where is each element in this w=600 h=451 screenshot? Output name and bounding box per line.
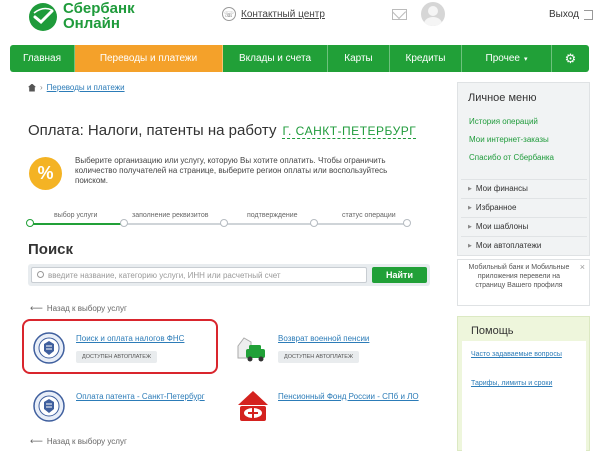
mail-icon[interactable]: [392, 9, 407, 20]
autopay-badge: ДОСТУПЕН АВТОПЛАТЕЖ: [76, 351, 158, 363]
step-dot: [403, 219, 411, 227]
step-dot: [26, 219, 34, 227]
triangle-right-icon: ▶: [468, 204, 472, 211]
settings-button[interactable]: ⚙: [552, 45, 589, 72]
pension-fund-logo-icon: [235, 388, 271, 424]
fns-emblem-icon: [33, 390, 65, 422]
help-body: Часто задаваемые вопросы Тарифы, лимиты …: [462, 341, 586, 451]
orders-link[interactable]: Мои интернет-заказы: [469, 135, 549, 144]
step-dot: [120, 219, 128, 227]
help-panel: Помощь Часто задаваемые вопросы Тарифы, …: [457, 316, 590, 451]
step-dot: [220, 219, 228, 227]
info-text: Выберите организацию или услугу, которую…: [75, 156, 388, 185]
gear-icon: ⚙: [564, 50, 577, 66]
step-label: заполнение реквизитов: [130, 212, 211, 219]
promo-text[interactable]: Мобильный банк и Мобильные приложения пе…: [463, 263, 575, 290]
service-military-pension-link[interactable]: Возврат военной пенсии: [278, 334, 369, 343]
search-icon: [37, 271, 44, 278]
steps-line-done: [30, 223, 125, 225]
menu-row-label: Мои автоплатежи: [475, 241, 542, 250]
personal-menu: Личное меню История операций Мои интерне…: [457, 82, 590, 256]
triangle-right-icon: ▶: [468, 223, 472, 230]
search-heading: Поиск: [28, 241, 74, 258]
service-pension-fund-link[interactable]: Пенсионный Фонд России - СПб и ЛО: [278, 392, 419, 401]
breadcrumb: › Переводы и платежи: [28, 83, 125, 92]
fns-emblem-icon: [33, 332, 65, 364]
percent-symbol: %: [37, 163, 54, 183]
phone-icon: ☏: [222, 7, 236, 21]
back-to-services-link[interactable]: ⟵ Назад к выбору услуг: [30, 436, 127, 447]
service-patent-link[interactable]: Оплата патента - Санкт-Петербург: [76, 392, 205, 401]
nav-deposits[interactable]: Вклады и счета: [223, 45, 328, 72]
step-label: статус операции: [340, 212, 398, 219]
menu-templates[interactable]: ▶ Мои шаблоны: [461, 217, 587, 235]
menu-row-label: Мои финансы: [475, 184, 528, 193]
triangle-right-icon: ▶: [468, 185, 472, 192]
military-pension-icon: [235, 332, 267, 364]
faq-link[interactable]: Часто задаваемые вопросы: [471, 350, 571, 359]
exit-icon: [583, 9, 593, 20]
spasibo-link[interactable]: Спасибо от Сбербанка: [469, 153, 554, 162]
step-label: выбор услуги: [52, 212, 100, 219]
nav-label: Вклады и счета: [238, 53, 312, 64]
menu-finances[interactable]: ▶ Мои финансы: [461, 179, 587, 197]
nav-label: Прочее: [485, 53, 520, 64]
nav-label: Переводы и платежи: [99, 53, 198, 64]
contact-center-link[interactable]: ☏ Контактный центр: [222, 7, 325, 21]
breadcrumb-separator-icon: ›: [40, 83, 43, 92]
triangle-right-icon: ▶: [468, 242, 472, 249]
exit-label: Выход: [549, 9, 579, 20]
mobile-bank-promo: Мобильный банк и Мобильные приложения пе…: [457, 259, 590, 306]
nav-other[interactable]: Прочее ▾: [462, 45, 552, 72]
search-bar: введите название, категорию услуги, ИНН …: [28, 264, 430, 286]
menu-row-label: Избранное: [475, 203, 517, 212]
menu-favorites[interactable]: ▶ Избранное: [461, 198, 587, 216]
autopay-badge: ДОСТУПЕН АВТОПЛАТЕЖ: [278, 351, 360, 363]
search-button[interactable]: Найти: [372, 267, 427, 283]
logo-line1: Сбербанк: [63, 0, 135, 17]
percent-icon: %: [29, 157, 62, 190]
back-label: Назад к выбору услуг: [46, 437, 127, 446]
avatar[interactable]: [421, 2, 445, 26]
logo-line2: Онлайн: [63, 15, 120, 32]
personal-menu-title: Личное меню: [468, 92, 537, 104]
personal-menu-body: История операций Мои интернет-заказы Спа…: [461, 107, 587, 255]
page-title: Оплата: Налоги, патенты на работу Г. САНК…: [28, 122, 417, 139]
page-title-text: Оплата: Налоги, патенты на работу: [28, 122, 277, 139]
contact-center-label: Контактный центр: [241, 8, 325, 20]
chevron-down-icon: ▾: [523, 55, 528, 63]
tariffs-link[interactable]: Тарифы, лимиты и сроки: [471, 379, 571, 388]
nav-label: Карты: [344, 53, 373, 64]
progress-steps: выбор услуги заполнение реквизитов подтв…: [26, 212, 411, 227]
back-label: Назад к выбору услуг: [46, 304, 127, 313]
main-nav: Главная Переводы и платежи Вклады и счет…: [10, 45, 589, 72]
history-link[interactable]: История операций: [469, 117, 538, 126]
menu-autopay[interactable]: ▶ Мои автоплатежи: [461, 236, 587, 254]
arrow-left-icon: ⟵: [30, 303, 43, 313]
nav-credits[interactable]: Кредиты: [390, 45, 462, 72]
breadcrumb-transfers-link[interactable]: Переводы и платежи: [47, 83, 125, 92]
step-dot: [310, 219, 318, 227]
exit-button[interactable]: Выход: [549, 9, 593, 20]
search-input[interactable]: введите название, категорию услуги, ИНН …: [31, 267, 367, 283]
service-fns-link[interactable]: Поиск и оплата налогов ФНС: [76, 334, 184, 343]
sberbank-logo-icon[interactable]: [28, 2, 58, 32]
close-icon[interactable]: ×: [580, 262, 585, 272]
region-selector[interactable]: Г. САНКТ-ПЕТЕРБУРГ: [282, 124, 417, 139]
home-icon[interactable]: [28, 83, 36, 92]
search-placeholder: введите название, категорию услуги, ИНН …: [48, 270, 281, 280]
menu-row-label: Мои шаблоны: [475, 222, 529, 231]
arrow-left-icon: ⟵: [30, 436, 43, 446]
nav-label: Главная: [22, 53, 62, 64]
step-label: подтверждение: [245, 212, 300, 219]
nav-cards[interactable]: Карты: [328, 45, 390, 72]
nav-transfers[interactable]: Переводы и платежи: [75, 45, 223, 72]
logo-text[interactable]: Сбербанк Онлайн: [63, 1, 135, 31]
back-to-services-link[interactable]: ⟵ Назад к выбору услуг: [30, 303, 127, 314]
nav-main[interactable]: Главная: [10, 45, 75, 72]
nav-label: Кредиты: [405, 53, 446, 64]
help-title: Помощь: [471, 325, 514, 337]
